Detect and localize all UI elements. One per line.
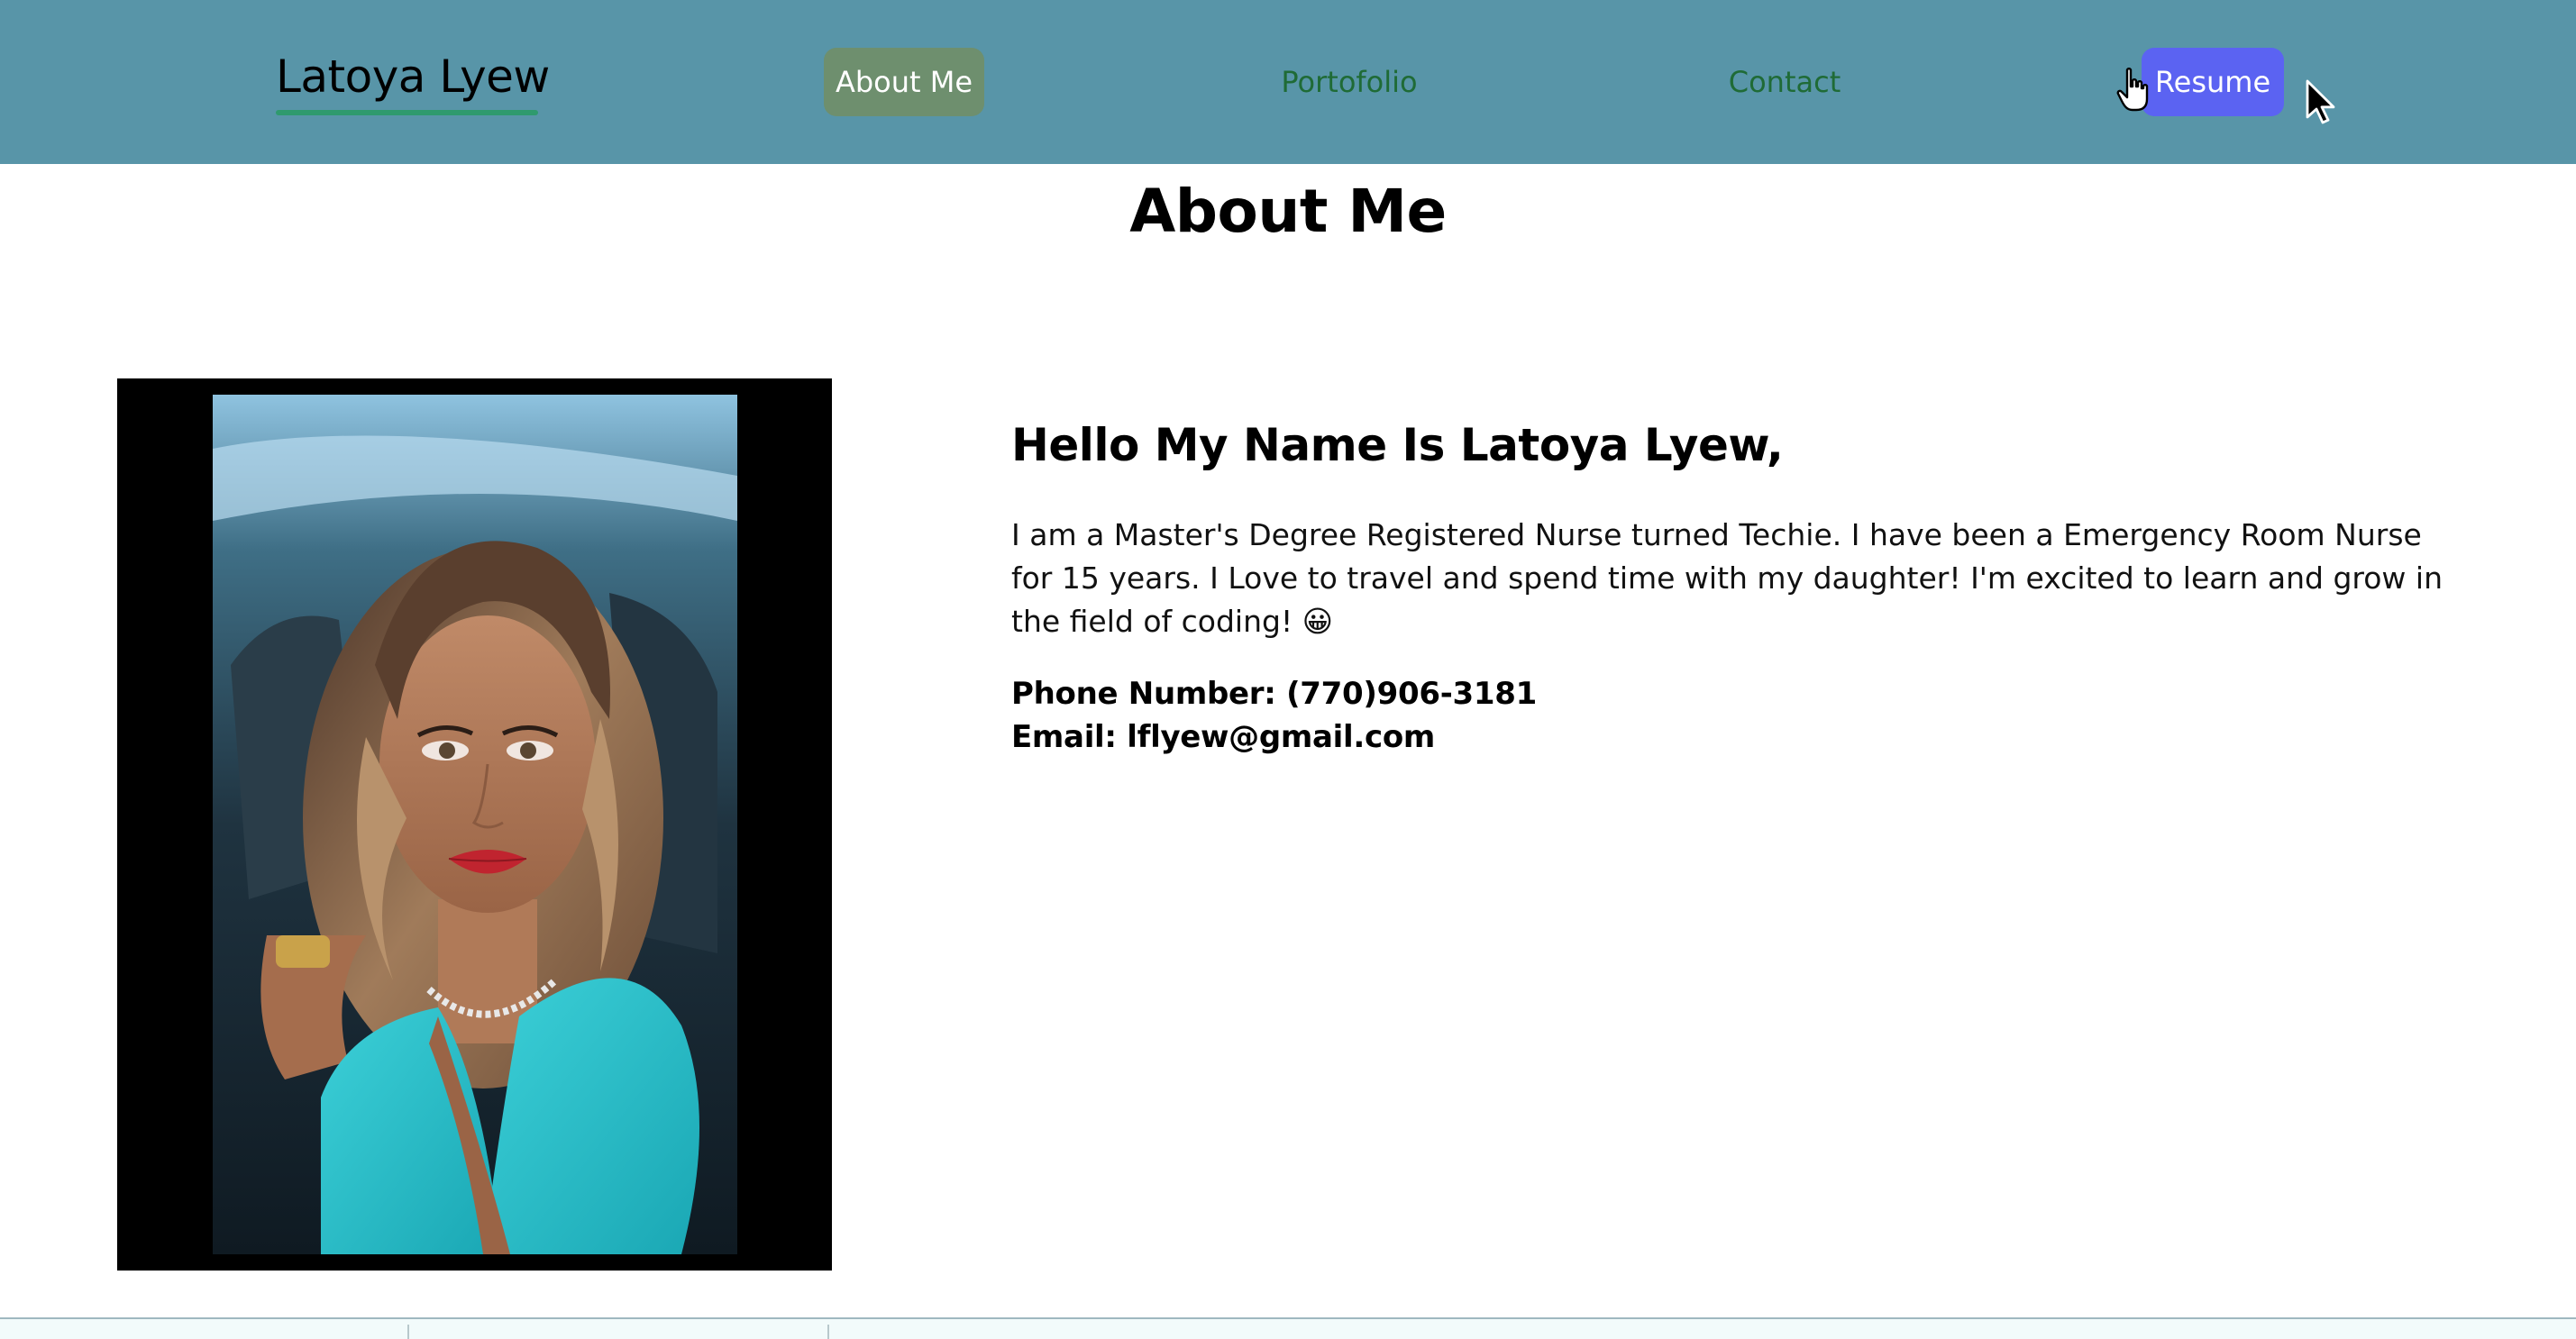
profile-photo-frame [117, 378, 832, 1271]
nav-resume-button[interactable]: Resume [2142, 48, 2284, 116]
brand-underline [276, 110, 538, 115]
email-address: Email: lflyew@gmail.com [1011, 719, 1436, 755]
nav-portfolio[interactable]: Portofolio [1253, 48, 1446, 116]
greeting-heading: Hello My Name Is Latoya Lyew, [1011, 419, 1784, 471]
footer-divider [407, 1325, 409, 1339]
phone-number: Phone Number: (770)906-3181 [1011, 676, 1537, 712]
bio-paragraph: I am a Master's Degree Registered Nurse … [1011, 517, 2443, 639]
brand-name[interactable]: Latoya Lyew [276, 49, 550, 105]
nav-contact[interactable]: Contact [1704, 48, 1866, 116]
profile-photo [213, 395, 737, 1254]
arrow-cursor-icon [2306, 79, 2335, 124]
nav-about-me[interactable]: About Me [824, 48, 984, 116]
page-title: About Me [1129, 177, 1447, 246]
top-navbar: Latoya Lyew About Me Portofolio Contact … [0, 0, 2576, 164]
hand-pointer-cursor-icon [2116, 68, 2149, 112]
footer-strip [0, 1317, 2576, 1339]
footer-divider [827, 1325, 829, 1339]
portrait-illustration [213, 395, 737, 1254]
